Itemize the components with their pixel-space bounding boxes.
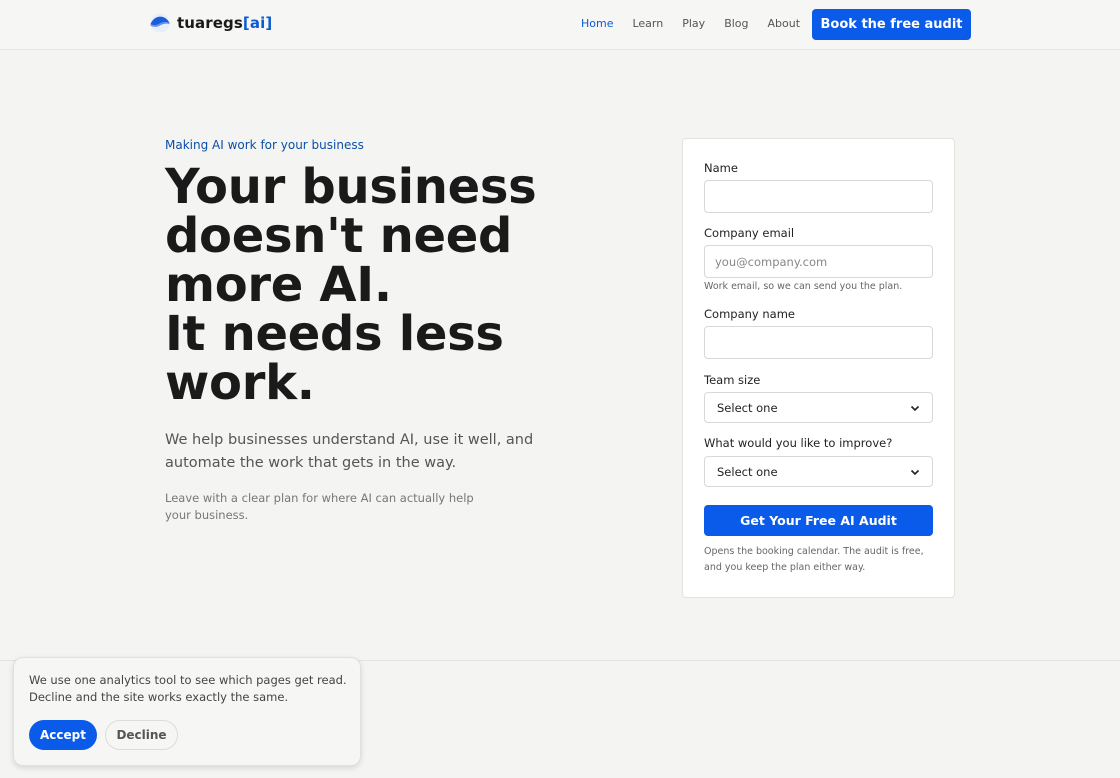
hero-eyebrow: Making AI work for your business	[165, 138, 364, 152]
headline-line: doesn't need	[165, 208, 513, 264]
headline-line: Your business	[165, 159, 537, 215]
chevron-down-icon	[910, 469, 920, 475]
chevron-down-icon	[910, 405, 920, 411]
wave-logo-icon	[150, 13, 170, 33]
audit-form: Name Company email Work email, so we can…	[682, 138, 955, 598]
site-header: tuaregs[ai] Home Learn Play Blog About B…	[0, 0, 1120, 50]
improve-value: Select one	[717, 464, 778, 479]
email-input[interactable]	[704, 245, 933, 278]
improve-label: What would you like to improve?	[704, 436, 893, 450]
email-hint: Work email, so we can send you the plan.	[704, 281, 903, 292]
hero-headline: Your business doesn't need more AI. It n…	[165, 163, 635, 408]
company-label: Company name	[704, 307, 795, 321]
book-audit-button[interactable]: Book the free audit	[812, 9, 971, 40]
cookie-text: We use one analytics tool to see which p…	[29, 673, 347, 704]
company-input[interactable]	[704, 326, 933, 359]
cookie-banner: We use one analytics tool to see which p…	[13, 657, 361, 766]
team-size-label: Team size	[704, 373, 761, 387]
hero-sub: Leave with a clear plan for where AI can…	[165, 491, 474, 522]
nav-blog[interactable]: Blog	[724, 17, 748, 31]
get-audit-button[interactable]: Get Your Free AI Audit	[704, 505, 933, 536]
headline-line: work.	[165, 355, 315, 411]
headline-line: It needs less	[165, 306, 504, 362]
nav-learn[interactable]: Learn	[632, 17, 663, 31]
improve-select[interactable]: Select one	[704, 456, 933, 487]
brand-name: tuaregs[ai]	[177, 14, 273, 32]
hero-lead: We help businesses understand AI, use it…	[165, 432, 534, 471]
email-label: Company email	[704, 226, 795, 240]
team-size-select[interactable]: Select one	[704, 392, 933, 423]
main-nav: Home Learn Play Blog About	[581, 17, 800, 31]
decline-button[interactable]: Decline	[105, 720, 178, 750]
form-footnote: Opens the booking calendar. The audit is…	[704, 546, 924, 573]
nav-home[interactable]: Home	[581, 17, 613, 31]
nav-about[interactable]: About	[768, 17, 801, 31]
headline-line: more AI.	[165, 257, 392, 313]
nav-play[interactable]: Play	[682, 17, 705, 31]
name-input[interactable]	[704, 180, 933, 213]
brand-logo[interactable]: tuaregs[ai]	[150, 13, 272, 33]
accept-button[interactable]: Accept	[29, 720, 97, 750]
team-size-value: Select one	[717, 400, 778, 415]
brand-accent: [ai]	[242, 14, 273, 32]
name-label: Name	[704, 161, 738, 175]
